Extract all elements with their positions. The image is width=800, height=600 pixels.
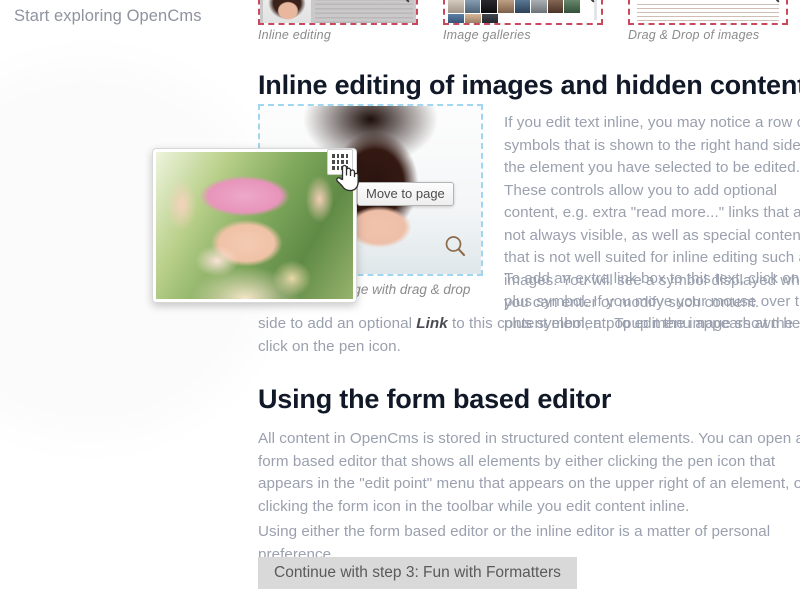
thumbnail-frame[interactable]: Inline editing of images and hidden cont… — [628, 0, 788, 25]
thumbnail-caption: Inline editing — [258, 28, 418, 42]
page-heading-form-editor: Using the form based editor — [258, 384, 611, 415]
paragraph-form-editor: All content in OpenCms is stored in stru… — [258, 428, 800, 518]
feature-thumbnail-strip: Inline editing — [258, 0, 800, 53]
thumbnail-artwork: Inline editing of images and hidden cont… — [630, 0, 786, 23]
thumbnail-artwork — [445, 0, 601, 23]
continue-step-3-button[interactable]: Continue with step 3: Fun with Formatter… — [258, 557, 577, 589]
thumbnail-frame[interactable] — [443, 0, 603, 25]
page-root: Start exploring OpenCms Inline editi — [0, 0, 800, 600]
thumbnail-caption: Image galleries — [443, 28, 603, 42]
thumbnail-frame[interactable] — [258, 0, 418, 25]
page-heading-inline-editing: Inline editing of images and hidden cont… — [258, 70, 800, 101]
thumbnail-artwork — [260, 0, 416, 23]
dragged-image-preview — [156, 152, 353, 299]
magnifier-icon[interactable] — [443, 234, 467, 258]
thumbnail-image-galleries[interactable]: Image galleries — [443, 0, 603, 42]
move-grid-icon[interactable] — [327, 149, 353, 175]
thumbnail-inline-editing[interactable]: Inline editing — [258, 0, 418, 42]
paragraph-text-before-link: side to add an optional — [258, 315, 416, 332]
drag-tooltip: Move to page — [357, 182, 454, 206]
paragraph-add-link-rest: side to add an optional Link to this con… — [258, 313, 800, 358]
sidebar-title: Start exploring OpenCms — [14, 5, 224, 27]
thumbnail-drag-drop[interactable]: Inline editing of images and hidden cont… — [628, 0, 788, 42]
thumbnail-caption: Drag & Drop of images — [628, 28, 788, 42]
link-keyword: Link — [416, 315, 447, 332]
